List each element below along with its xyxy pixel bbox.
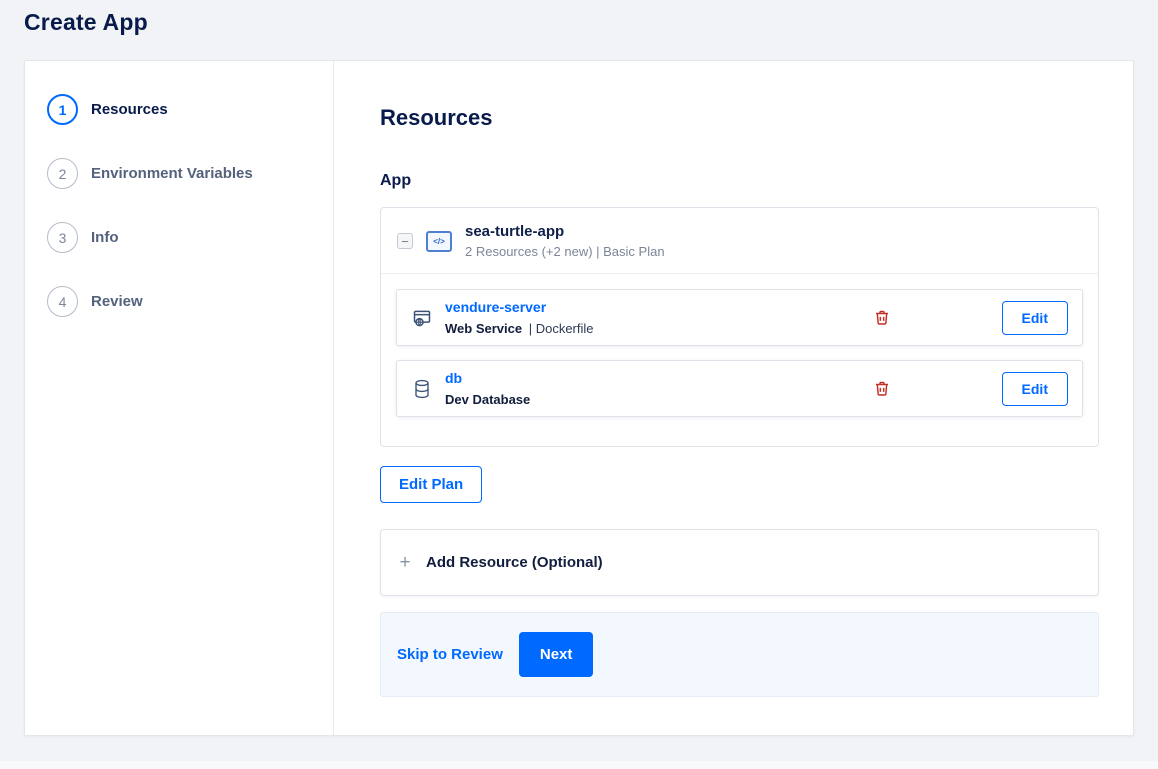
skip-to-review-link[interactable]: Skip to Review: [397, 646, 503, 663]
add-resource-label: Add Resource (Optional): [426, 554, 603, 571]
step-number-badge: 4: [47, 286, 78, 317]
resource-row-vendure-server: vendure-server Web Service | Dockerfile: [396, 289, 1083, 346]
step-label: Review: [91, 293, 143, 310]
resource-type: Dev Database: [445, 392, 531, 407]
stepper-step-resources[interactable]: 1 Resources: [25, 83, 333, 136]
app-name: sea-turtle-app: [465, 223, 565, 240]
wizard-footer: Skip to Review Next: [380, 612, 1099, 697]
edit-button[interactable]: Edit: [1001, 371, 1068, 406]
wizard-stepper: 1 Resources 2 Environment Variables 3 In…: [25, 61, 334, 735]
resource-name-link[interactable]: db: [445, 370, 462, 386]
resources-heading: Resources: [380, 105, 493, 130]
wizard-main-panel: Resources App − </> sea-turtle-app 2 Res…: [335, 61, 1133, 735]
step-number-badge: 1: [47, 94, 78, 125]
trash-icon[interactable]: [872, 378, 892, 399]
resource-info: vendure-server Web Service | Dockerfile: [445, 299, 872, 336]
resource-row-db: db Dev Database Edit: [396, 360, 1083, 417]
resource-type: Web Service: [445, 321, 523, 336]
plus-icon: +: [399, 551, 411, 573]
resource-rows: vendure-server Web Service | Dockerfile: [381, 274, 1098, 446]
step-label: Info: [91, 229, 119, 246]
app-group-header: − </> sea-turtle-app 2 Resources (+2 new…: [381, 208, 1098, 274]
trash-icon[interactable]: [872, 307, 892, 328]
app-group-card: − </> sea-turtle-app 2 Resources (+2 new…: [380, 207, 1099, 447]
edit-button[interactable]: Edit: [1001, 300, 1068, 335]
resource-name-link[interactable]: vendure-server: [445, 299, 546, 315]
database-icon: [411, 379, 433, 399]
resource-detail: | Dockerfile: [528, 321, 594, 336]
resource-type-line: Dev Database: [445, 392, 872, 407]
page-title: Create App: [24, 9, 148, 35]
page-bottom-strip: [0, 761, 1158, 769]
app-title-block: sea-turtle-app 2 Resources (+2 new) | Ba…: [465, 223, 665, 259]
add-resource-card[interactable]: + Add Resource (Optional): [380, 529, 1099, 596]
app-section-label: App: [380, 172, 412, 189]
edit-plan-button[interactable]: Edit Plan: [380, 466, 483, 503]
resource-type-line: Web Service | Dockerfile: [445, 321, 872, 336]
web-service-icon: [411, 308, 433, 328]
code-icon: </>: [426, 230, 452, 252]
create-app-card: 1 Resources 2 Environment Variables 3 In…: [24, 60, 1134, 736]
stepper-step-environment-variables[interactable]: 2 Environment Variables: [25, 147, 333, 200]
collapse-icon[interactable]: −: [397, 233, 413, 249]
resource-info: db Dev Database: [445, 370, 872, 407]
step-label: Environment Variables: [91, 165, 253, 182]
step-number-badge: 3: [47, 222, 78, 253]
step-label: Resources: [91, 101, 168, 118]
step-number-badge: 2: [47, 158, 78, 189]
stepper-step-info[interactable]: 3 Info: [25, 211, 333, 264]
stepper-step-review[interactable]: 4 Review: [25, 275, 333, 328]
next-button[interactable]: Next: [518, 632, 594, 677]
app-summary: 2 Resources (+2 new) | Basic Plan: [465, 244, 665, 259]
